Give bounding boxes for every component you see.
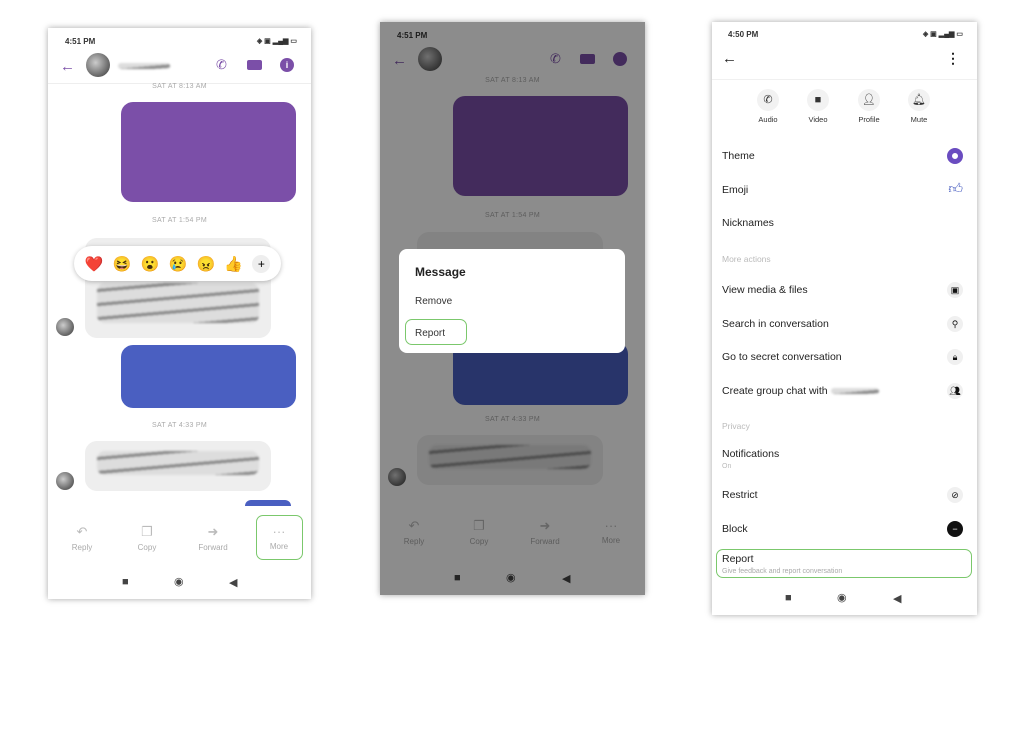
back-arrow-icon[interactable]: ←: [60, 58, 75, 75]
sender-avatar: [56, 318, 74, 336]
highlight-box: [716, 549, 972, 578]
view-media-item[interactable]: View media & files: [722, 284, 808, 296]
timestamp: SAT AT 8:13 AM: [152, 83, 207, 90]
outgoing-message: [245, 500, 291, 506]
home-nav-icon[interactable]: ◉: [837, 591, 847, 604]
notifications-value: On: [722, 463, 732, 470]
notifications-item[interactable]: Notifications: [722, 448, 779, 460]
forward-icon: ➜: [207, 524, 219, 539]
create-group-item[interactable]: Create group chat with: [722, 385, 879, 397]
phone-icon[interactable]: ✆: [216, 57, 227, 73]
contact-name-redacted: [830, 388, 879, 395]
reaction-like[interactable]: 👍: [224, 255, 243, 273]
recents-nav-icon[interactable]: ■: [122, 576, 129, 588]
conversation-settings-screen: 4:50 PM ◈ ▣ ▂▄▆ ▭ ← ⋮ ✆ Audio ■ Video 👤︎ Pr…: [712, 22, 977, 615]
contact-name-redacted: [118, 63, 170, 69]
bell-icon: 🔔︎: [908, 89, 930, 111]
highlight-box: [256, 515, 303, 560]
timestamp: SAT AT 1:54 PM: [151, 217, 208, 224]
block-icon: −: [947, 521, 963, 537]
add-reaction-button[interactable]: +: [252, 254, 271, 273]
info-icon[interactable]: i: [280, 58, 294, 72]
outgoing-message[interactable]: [121, 345, 296, 408]
more-actions-header: More actions: [722, 254, 771, 264]
image-icon: ▣: [947, 282, 963, 298]
profile-button[interactable]: 👤︎ Profile: [849, 89, 889, 124]
timestamp: SAT AT 4:33 PM: [151, 422, 208, 429]
thumbs-up-icon: 👍︎: [948, 180, 963, 196]
reply-button[interactable]: ↶ Reply: [57, 524, 107, 552]
video-button[interactable]: ■ Video: [798, 89, 838, 124]
status-time: 4:50 PM: [728, 30, 759, 39]
status-icons: ◈ ▣ ▂▄▆ ▭: [922, 31, 963, 38]
phone-icon: ✆: [757, 89, 779, 111]
privacy-header: Privacy: [722, 421, 750, 431]
outgoing-message[interactable]: [121, 102, 296, 202]
search-conversation-item[interactable]: Search in conversation: [722, 318, 829, 330]
chat-screen: 4:51 PM ◈ ▣ ▂▄▆ ▭ ← ✆ i SAT AT 8:13 AM S…: [48, 28, 311, 599]
nicknames-item[interactable]: Nicknames: [722, 217, 774, 229]
recents-nav-icon[interactable]: ■: [785, 592, 792, 604]
video-icon: ■: [807, 89, 829, 111]
reaction-laugh[interactable]: 😆: [113, 255, 132, 273]
search-icon: ⚲: [947, 316, 963, 332]
header-divider: [712, 79, 977, 80]
home-nav-icon[interactable]: ◉: [174, 575, 184, 588]
secret-conversation-item[interactable]: Go to secret conversation: [722, 351, 842, 363]
back-nav-icon[interactable]: ◀: [893, 592, 901, 605]
back-arrow-icon[interactable]: ←: [722, 50, 737, 67]
theme-color-icon: [947, 148, 963, 164]
restrict-icon: ⊘: [947, 487, 963, 503]
copy-button[interactable]: ❐ Copy: [122, 524, 172, 552]
mute-button[interactable]: 🔔︎ Mute: [899, 89, 939, 124]
message-dialog-screen: 4:51 PM ← ✆ SAT AT 8:13 AM SAT AT 1:54 P…: [380, 22, 645, 595]
restrict-item[interactable]: Restrict: [722, 489, 758, 501]
dialog-title: Message: [415, 265, 466, 279]
reaction-wow[interactable]: 😮: [141, 255, 160, 273]
more-options-icon[interactable]: ⋮: [946, 50, 960, 67]
incoming-message[interactable]: [85, 441, 271, 491]
reply-icon: ↶: [76, 524, 88, 539]
status-icons: ◈ ▣ ▂▄▆ ▭: [256, 38, 297, 45]
reaction-bar: ❤️ 😆 😮 😢 😠 👍 +: [74, 246, 281, 281]
sender-avatar: [56, 472, 74, 490]
status-time: 4:51 PM: [65, 37, 96, 46]
lock-icon: 🔒︎: [947, 349, 963, 365]
video-icon[interactable]: [247, 60, 262, 70]
contact-avatar[interactable]: [86, 53, 110, 77]
block-item[interactable]: Block: [722, 523, 748, 535]
forward-button[interactable]: ➜ Forward: [188, 524, 238, 552]
copy-icon: ❐: [141, 524, 153, 539]
emoji-item[interactable]: Emoji: [722, 184, 748, 196]
message-dialog: Message Remove Report: [399, 249, 625, 353]
profile-icon: 👤︎: [858, 89, 880, 111]
group-icon: 👥︎: [947, 383, 963, 399]
audio-button[interactable]: ✆ Audio: [748, 89, 788, 124]
remove-option[interactable]: Remove: [415, 296, 452, 307]
highlight-box: [405, 319, 467, 345]
reaction-heart[interactable]: ❤️: [85, 255, 104, 273]
reaction-sad[interactable]: 😢: [168, 255, 187, 273]
theme-item[interactable]: Theme: [722, 150, 755, 162]
back-nav-icon[interactable]: ◀: [229, 576, 237, 589]
reaction-angry[interactable]: 😠: [196, 255, 215, 273]
